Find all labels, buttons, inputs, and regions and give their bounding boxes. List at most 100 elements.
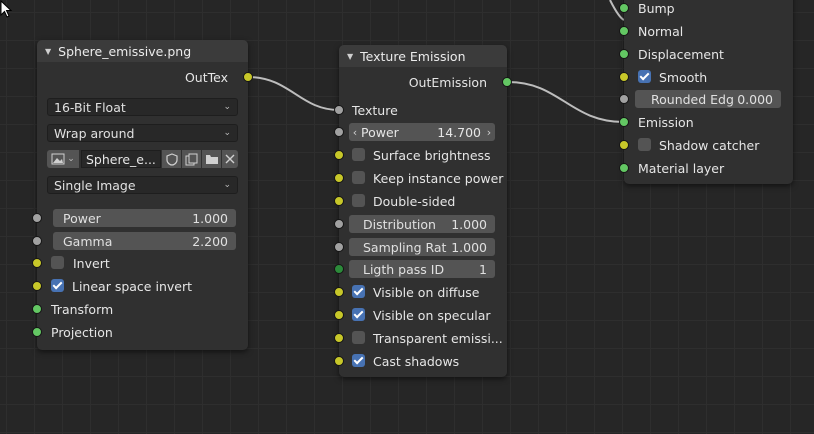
image-name-value: Sphere_e...: [86, 151, 156, 167]
fake-user-button[interactable]: [162, 150, 181, 168]
texture-socket[interactable]: [334, 105, 344, 115]
transparent-emission-checkbox[interactable]: [352, 331, 365, 344]
interpolation-dropdown[interactable]: 16-Bit Float ⌄: [47, 98, 238, 116]
emission-node-title: Texture Emission: [360, 48, 466, 64]
material-node[interactable]: Bump Normal Displacement Smooth Rounded …: [619, 0, 793, 184]
double-sided-checkbox[interactable]: [352, 194, 365, 207]
collapse-triangle-icon[interactable]: ▼: [347, 52, 353, 61]
light-pass-field[interactable]: Ligth pass ID 1: [349, 260, 495, 278]
wire-outemission-to-emission: [507, 81, 625, 123]
emission-power-socket[interactable]: [334, 127, 344, 137]
distribution-socket[interactable]: [334, 219, 344, 229]
arrow-right-icon[interactable]: ›: [483, 126, 495, 139]
shadow-catcher-socket[interactable]: [619, 140, 629, 150]
outemission-socket[interactable]: [502, 77, 512, 87]
sampling-field[interactable]: Sampling Rat 1.000: [349, 238, 495, 256]
unlink-button[interactable]: [222, 150, 238, 168]
invert-socket[interactable]: [32, 258, 42, 268]
image-browse-button[interactable]: ⌄: [47, 150, 79, 168]
visible-specular-socket[interactable]: [334, 310, 344, 320]
keep-instance-power-checkbox[interactable]: [352, 171, 365, 184]
normal-socket[interactable]: [619, 26, 629, 36]
open-image-button[interactable]: [202, 150, 221, 168]
distribution-field[interactable]: Distribution 1.000: [349, 215, 495, 233]
double-sided-label: Double-sided: [373, 193, 456, 209]
rounded-edge-label: Rounded Edg: [651, 91, 734, 107]
rounded-edge-socket[interactable]: [619, 94, 629, 104]
bump-socket[interactable]: [619, 3, 629, 13]
transform-socket[interactable]: [32, 304, 42, 314]
projection-socket[interactable]: [32, 327, 42, 337]
emission-power-row: ‹ Power 14.700 ›: [334, 123, 507, 141]
arrow-left-icon[interactable]: ‹: [349, 126, 361, 139]
smooth-row: Smooth: [619, 68, 793, 86]
image-name-field[interactable]: Sphere_e...: [81, 150, 161, 168]
sampling-socket[interactable]: [334, 242, 344, 252]
double-sided-row: Double-sided: [334, 192, 507, 210]
cast-shadows-socket[interactable]: [334, 356, 344, 366]
outtex-output-row: OutTex: [37, 68, 253, 86]
material-layer-socket[interactable]: [619, 163, 629, 173]
duplicate-button[interactable]: [182, 150, 201, 168]
smooth-checkbox[interactable]: [638, 70, 651, 83]
extension-dropdown[interactable]: Wrap around ⌄: [47, 124, 238, 142]
power-value: 1.000: [192, 210, 228, 226]
surface-brightness-socket[interactable]: [334, 150, 344, 160]
projection-label: Projection: [51, 324, 113, 340]
sampling-label: Sampling Rat: [363, 239, 447, 255]
material-layer-row: Material layer: [619, 159, 793, 177]
linear-invert-checkbox[interactable]: [51, 279, 64, 292]
transform-row: Transform: [32, 300, 248, 318]
image-node-title: Sphere_emissive.png: [58, 43, 192, 59]
gamma-field[interactable]: Gamma 2.200: [53, 232, 236, 250]
projection-row: Projection: [32, 323, 248, 341]
rounded-edge-field[interactable]: Rounded Edg 0.000: [635, 90, 781, 108]
texture-emission-node[interactable]: ▼ Texture Emission OutEmission Texture ‹…: [334, 45, 512, 377]
outtex-socket[interactable]: [243, 72, 253, 82]
light-pass-value: 1: [479, 261, 487, 277]
sampling-row: Sampling Rat 1.000: [334, 238, 507, 256]
chevron-down-icon: ⌄: [223, 102, 231, 112]
light-pass-socket[interactable]: [334, 264, 344, 274]
image-node-header[interactable]: ▼ Sphere_emissive.png: [37, 40, 248, 62]
bump-label: Bump: [638, 0, 675, 16]
emission-power-label: Power: [361, 124, 399, 140]
source-dropdown[interactable]: Single Image ⌄: [47, 176, 238, 194]
shadow-catcher-row: Shadow catcher: [619, 136, 793, 154]
close-icon: [225, 154, 235, 164]
displacement-label: Displacement: [638, 46, 724, 62]
transparent-emission-label: Transparent emissi...: [373, 330, 503, 346]
visible-specular-checkbox[interactable]: [352, 308, 365, 321]
visible-diffuse-checkbox[interactable]: [352, 285, 365, 298]
shadow-catcher-checkbox[interactable]: [638, 138, 651, 151]
displacement-socket[interactable]: [619, 49, 629, 59]
emission-input-socket[interactable]: [619, 117, 629, 127]
power-field[interactable]: Power 1.000: [53, 209, 236, 227]
smooth-label: Smooth: [659, 69, 708, 85]
invert-checkbox[interactable]: [51, 256, 64, 269]
visible-diffuse-label: Visible on diffuse: [373, 284, 480, 300]
visible-specular-label: Visible on specular: [373, 307, 491, 323]
collapse-triangle-icon[interactable]: ▼: [45, 47, 51, 56]
emission-node-header[interactable]: ▼ Texture Emission: [339, 45, 507, 67]
visible-diffuse-socket[interactable]: [334, 287, 344, 297]
sampling-value: 1.000: [451, 239, 487, 255]
cast-shadows-label: Cast shadows: [373, 353, 460, 369]
linear-invert-socket[interactable]: [32, 281, 42, 291]
keep-instance-power-socket[interactable]: [334, 173, 344, 183]
double-sided-socket[interactable]: [334, 196, 344, 206]
gamma-socket[interactable]: [32, 236, 42, 246]
smooth-socket[interactable]: [619, 72, 629, 82]
transparent-emission-socket[interactable]: [334, 333, 344, 343]
image-texture-node[interactable]: ▼ Sphere_emissive.png OutTex 16-Bit Floa…: [32, 40, 253, 350]
invert-row: Invert: [32, 254, 248, 272]
emission-power-spinner[interactable]: ‹ Power 14.700 ›: [349, 123, 495, 141]
cast-shadows-checkbox[interactable]: [352, 354, 365, 367]
source-value: Single Image: [54, 177, 136, 193]
surface-brightness-checkbox[interactable]: [352, 148, 365, 161]
chevron-down-icon: ⌄: [67, 154, 75, 164]
outtex-label: OutTex: [184, 69, 228, 85]
power-socket[interactable]: [32, 213, 42, 223]
distribution-value: 1.000: [451, 216, 487, 232]
image-selector-row: ⌄ Sphere_e...: [47, 150, 238, 168]
